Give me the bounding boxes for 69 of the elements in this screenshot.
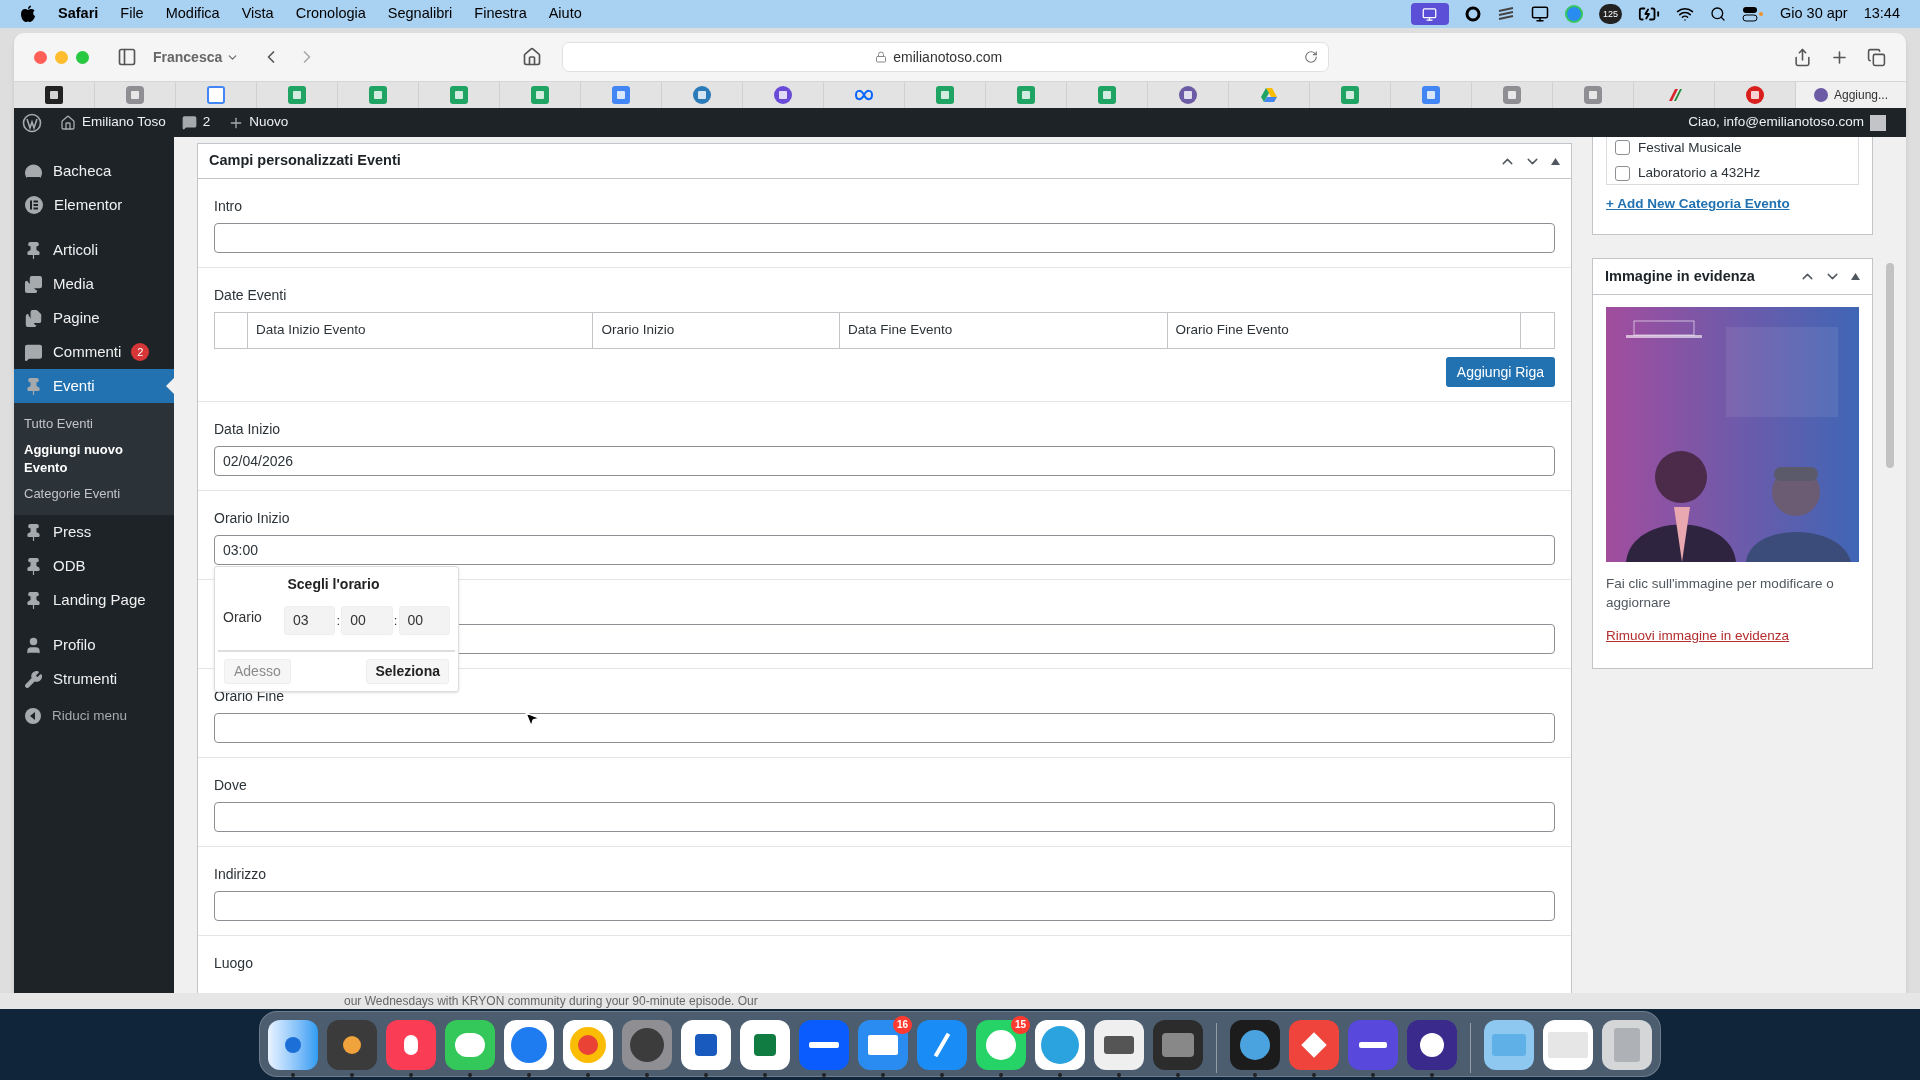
account-greeting[interactable]: Ciao, info@emilianotoso.com bbox=[1688, 112, 1864, 133]
column-header: Orario Fine Evento bbox=[1167, 313, 1521, 348]
new-content-link[interactable]: Nuovo bbox=[249, 112, 289, 133]
menu-date[interactable]: Gio 30 apr bbox=[1780, 3, 1848, 25]
menu-item[interactable]: ODB bbox=[14, 549, 174, 583]
column-header: Data Fine Evento bbox=[840, 313, 1168, 348]
submenu-item[interactable]: Categorie Eventi bbox=[14, 481, 174, 507]
menu-item[interactable]: Vista bbox=[241, 3, 274, 25]
bookmark-label: Aggiung... bbox=[1833, 87, 1888, 104]
second-field[interactable]: 00 bbox=[398, 606, 450, 635]
remove-image-link[interactable]: Rimuovi immagine in evidenza bbox=[1606, 626, 1859, 647]
add-row-button[interactable]: Aggiungi Riga bbox=[1445, 357, 1555, 387]
menu-item[interactable]: Elementor bbox=[14, 188, 174, 222]
menu-item[interactable]: Segnalibri bbox=[387, 3, 453, 25]
notification-badge: 16 bbox=[892, 1015, 912, 1034]
site-name-link[interactable]: Emiliano Toso bbox=[82, 112, 166, 133]
field-label: Intro bbox=[214, 197, 242, 215]
select-button[interactable]: Seleziona bbox=[366, 659, 449, 684]
menu-item[interactable]: File bbox=[120, 3, 144, 25]
profile-menu[interactable]: Francesca bbox=[153, 46, 240, 68]
collapse-menu-button[interactable]: Riduci menu bbox=[14, 701, 174, 731]
menu-item[interactable]: Finestra bbox=[474, 3, 527, 25]
menu-item[interactable]: Bacheca bbox=[14, 154, 174, 188]
menu-item[interactable]: Articoli bbox=[14, 233, 174, 267]
menu-item[interactable]: Aiuto bbox=[548, 3, 582, 25]
menu-item[interactable]: Pagine bbox=[14, 301, 174, 335]
panel-title: Immagine in evidenza bbox=[1605, 266, 1755, 286]
notification-badge: 15 bbox=[1010, 1015, 1030, 1034]
menu-item[interactable]: Profilo bbox=[14, 628, 174, 662]
submenu-item[interactable]: Tutto Eventi bbox=[14, 411, 174, 437]
field-label: Data Inizio bbox=[214, 420, 281, 438]
image-hint: Fai clic sull'immagine per modificare o aggiornare bbox=[1606, 575, 1835, 612]
column-header: Data Inizio Evento bbox=[248, 313, 594, 348]
category-label: Festival Musicale bbox=[1638, 138, 1742, 157]
bookmark-tab[interactable]: Aggiung... bbox=[1796, 82, 1906, 108]
picker-label: Orario bbox=[223, 608, 263, 627]
field-label: Luogo bbox=[214, 954, 253, 972]
text-field[interactable]: 03:00 bbox=[214, 535, 1555, 565]
time-separator: : bbox=[335, 611, 342, 630]
hour-field[interactable]: 03 bbox=[283, 606, 336, 635]
picker-title: Scegli l'orario bbox=[286, 575, 381, 594]
menu-item[interactable]: Cronologia bbox=[295, 3, 366, 25]
minute-field[interactable]: 00 bbox=[341, 606, 393, 635]
menu-item[interactable]: Eventi bbox=[14, 369, 174, 403]
background-window-text: our Wednesdays with KRYON community during your 90-minute episode. Our bbox=[344, 994, 758, 1008]
comments-count-link[interactable]: 2 bbox=[202, 112, 211, 133]
column-header: Orario Inizio bbox=[593, 313, 841, 348]
menu-item[interactable]: Modifica bbox=[165, 3, 220, 25]
submenu-item[interactable]: Aggiungi nuovo Evento bbox=[14, 437, 174, 481]
add-category-link[interactable]: + Add New Categoria Evento bbox=[1606, 194, 1859, 215]
field-label: Date Eventi bbox=[214, 286, 287, 304]
menu-item[interactable]: Commenti 2 bbox=[14, 335, 174, 369]
field-label: Dove bbox=[214, 776, 247, 794]
field-label: Orario Inizio bbox=[214, 509, 290, 527]
app-name-menu[interactable]: Safari bbox=[58, 3, 99, 25]
text-field[interactable]: 02/04/2026 bbox=[214, 446, 1555, 476]
time-separator: : bbox=[392, 611, 399, 630]
url-text: emilianotoso.com bbox=[893, 47, 1003, 67]
menu-item[interactable]: Strumenti bbox=[14, 662, 174, 696]
menu-item[interactable]: Media bbox=[14, 267, 174, 301]
menu-item[interactable]: Press bbox=[14, 515, 174, 549]
count-badge: 2 bbox=[131, 343, 150, 361]
menu-clock[interactable]: 13:44 bbox=[1863, 3, 1900, 25]
field-label: Indirizzo bbox=[214, 865, 267, 883]
menu-item[interactable]: Landing Page bbox=[14, 583, 174, 617]
category-label: Laboratorio a 432Hz bbox=[1638, 164, 1761, 182]
panel-title: Campi personalizzati Eventi bbox=[209, 151, 401, 171]
status-badge[interactable]: 125 bbox=[1598, 4, 1622, 24]
address-bar[interactable]: emilianotoso.com bbox=[562, 42, 1330, 72]
